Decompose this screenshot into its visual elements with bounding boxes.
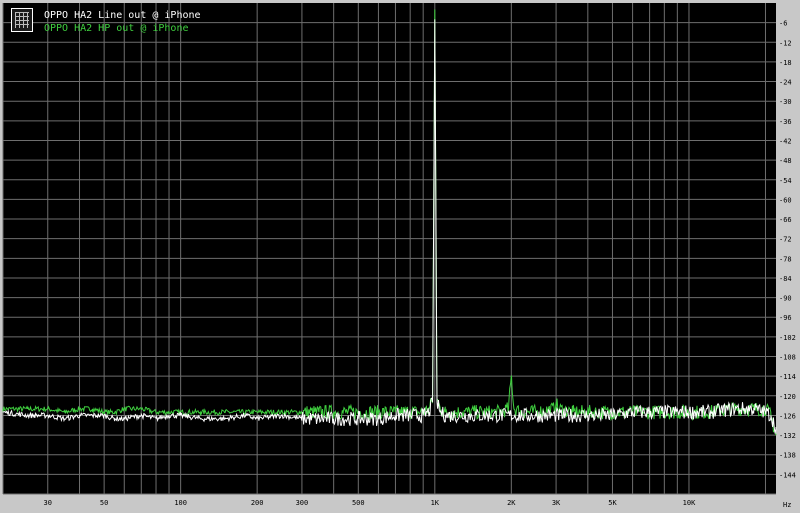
y-tick-label: -72 [779, 236, 792, 244]
y-tick-label: -12 [779, 39, 792, 47]
y-tick-label: -126 [779, 412, 796, 420]
y-tick-label: -120 [779, 393, 796, 401]
y-tick-label: -6 [779, 20, 787, 28]
y-tick-label: -90 [779, 295, 792, 303]
x-tick-label: 3K [552, 499, 561, 507]
x-tick-labels: 30 50 100 200 300 500 1K 2K 3K 5K 10K [44, 499, 697, 507]
x-tick-label: 1K [431, 499, 440, 507]
fft-spectrum-chart: 30 50 100 200 300 500 1K 2K 3K 5K 10K -6-12-18-24-… [2, 3, 796, 509]
x-unit-label: Hz [783, 501, 791, 509]
y-tick-label: -42 [779, 137, 792, 145]
x-tick-label: 300 [296, 499, 309, 507]
y-tick-label: -144 [779, 471, 796, 479]
y-tick-label: -36 [779, 118, 792, 126]
y-tick-label: -108 [779, 354, 796, 362]
x-tick-label: 2K [507, 499, 516, 507]
y-tick-label: -132 [779, 432, 796, 440]
y-tick-label: -60 [779, 196, 792, 204]
y-tick-label: -18 [779, 59, 792, 67]
y-tick-label: -114 [779, 373, 796, 381]
y-tick-labels: -6 -12 -18 -24 -30 -36 -42 -48 -54 -60 -66 -72 -78 -8… [779, 20, 796, 480]
spectrum-grid-icon[interactable] [11, 8, 33, 32]
x-tick-label: 50 [100, 499, 108, 507]
legend-entry-line-out: OPPO HA2 Line out @ iPhone [44, 10, 201, 21]
y-tick-label: -48 [779, 157, 792, 165]
x-tick-label: 200 [251, 499, 264, 507]
y-tick-label: -138 [779, 452, 796, 460]
y-tick-label: -30 [779, 98, 792, 106]
x-tick-label: 5K [608, 499, 617, 507]
y-tick-label: -96 [779, 314, 792, 322]
x-tick-label: 10K [683, 499, 696, 507]
y-tick-label: -84 [779, 275, 792, 283]
legend-entry-hp-out: OPPO HA2 HP out @ iPhone [44, 23, 189, 34]
legend: OPPO HA2 Line out @ iPhone OPPO HA2 HP o… [4, 4, 204, 38]
y-tick-label: -54 [779, 177, 792, 185]
x-tick-label: 30 [44, 499, 52, 507]
x-tick-label: 500 [352, 499, 365, 507]
y-tick-label: -102 [779, 334, 796, 342]
x-tick-label: 100 [174, 499, 187, 507]
y-tick-label: -66 [779, 216, 792, 224]
y-tick-label: -78 [779, 255, 792, 263]
y-tick-label: -24 [779, 79, 792, 87]
